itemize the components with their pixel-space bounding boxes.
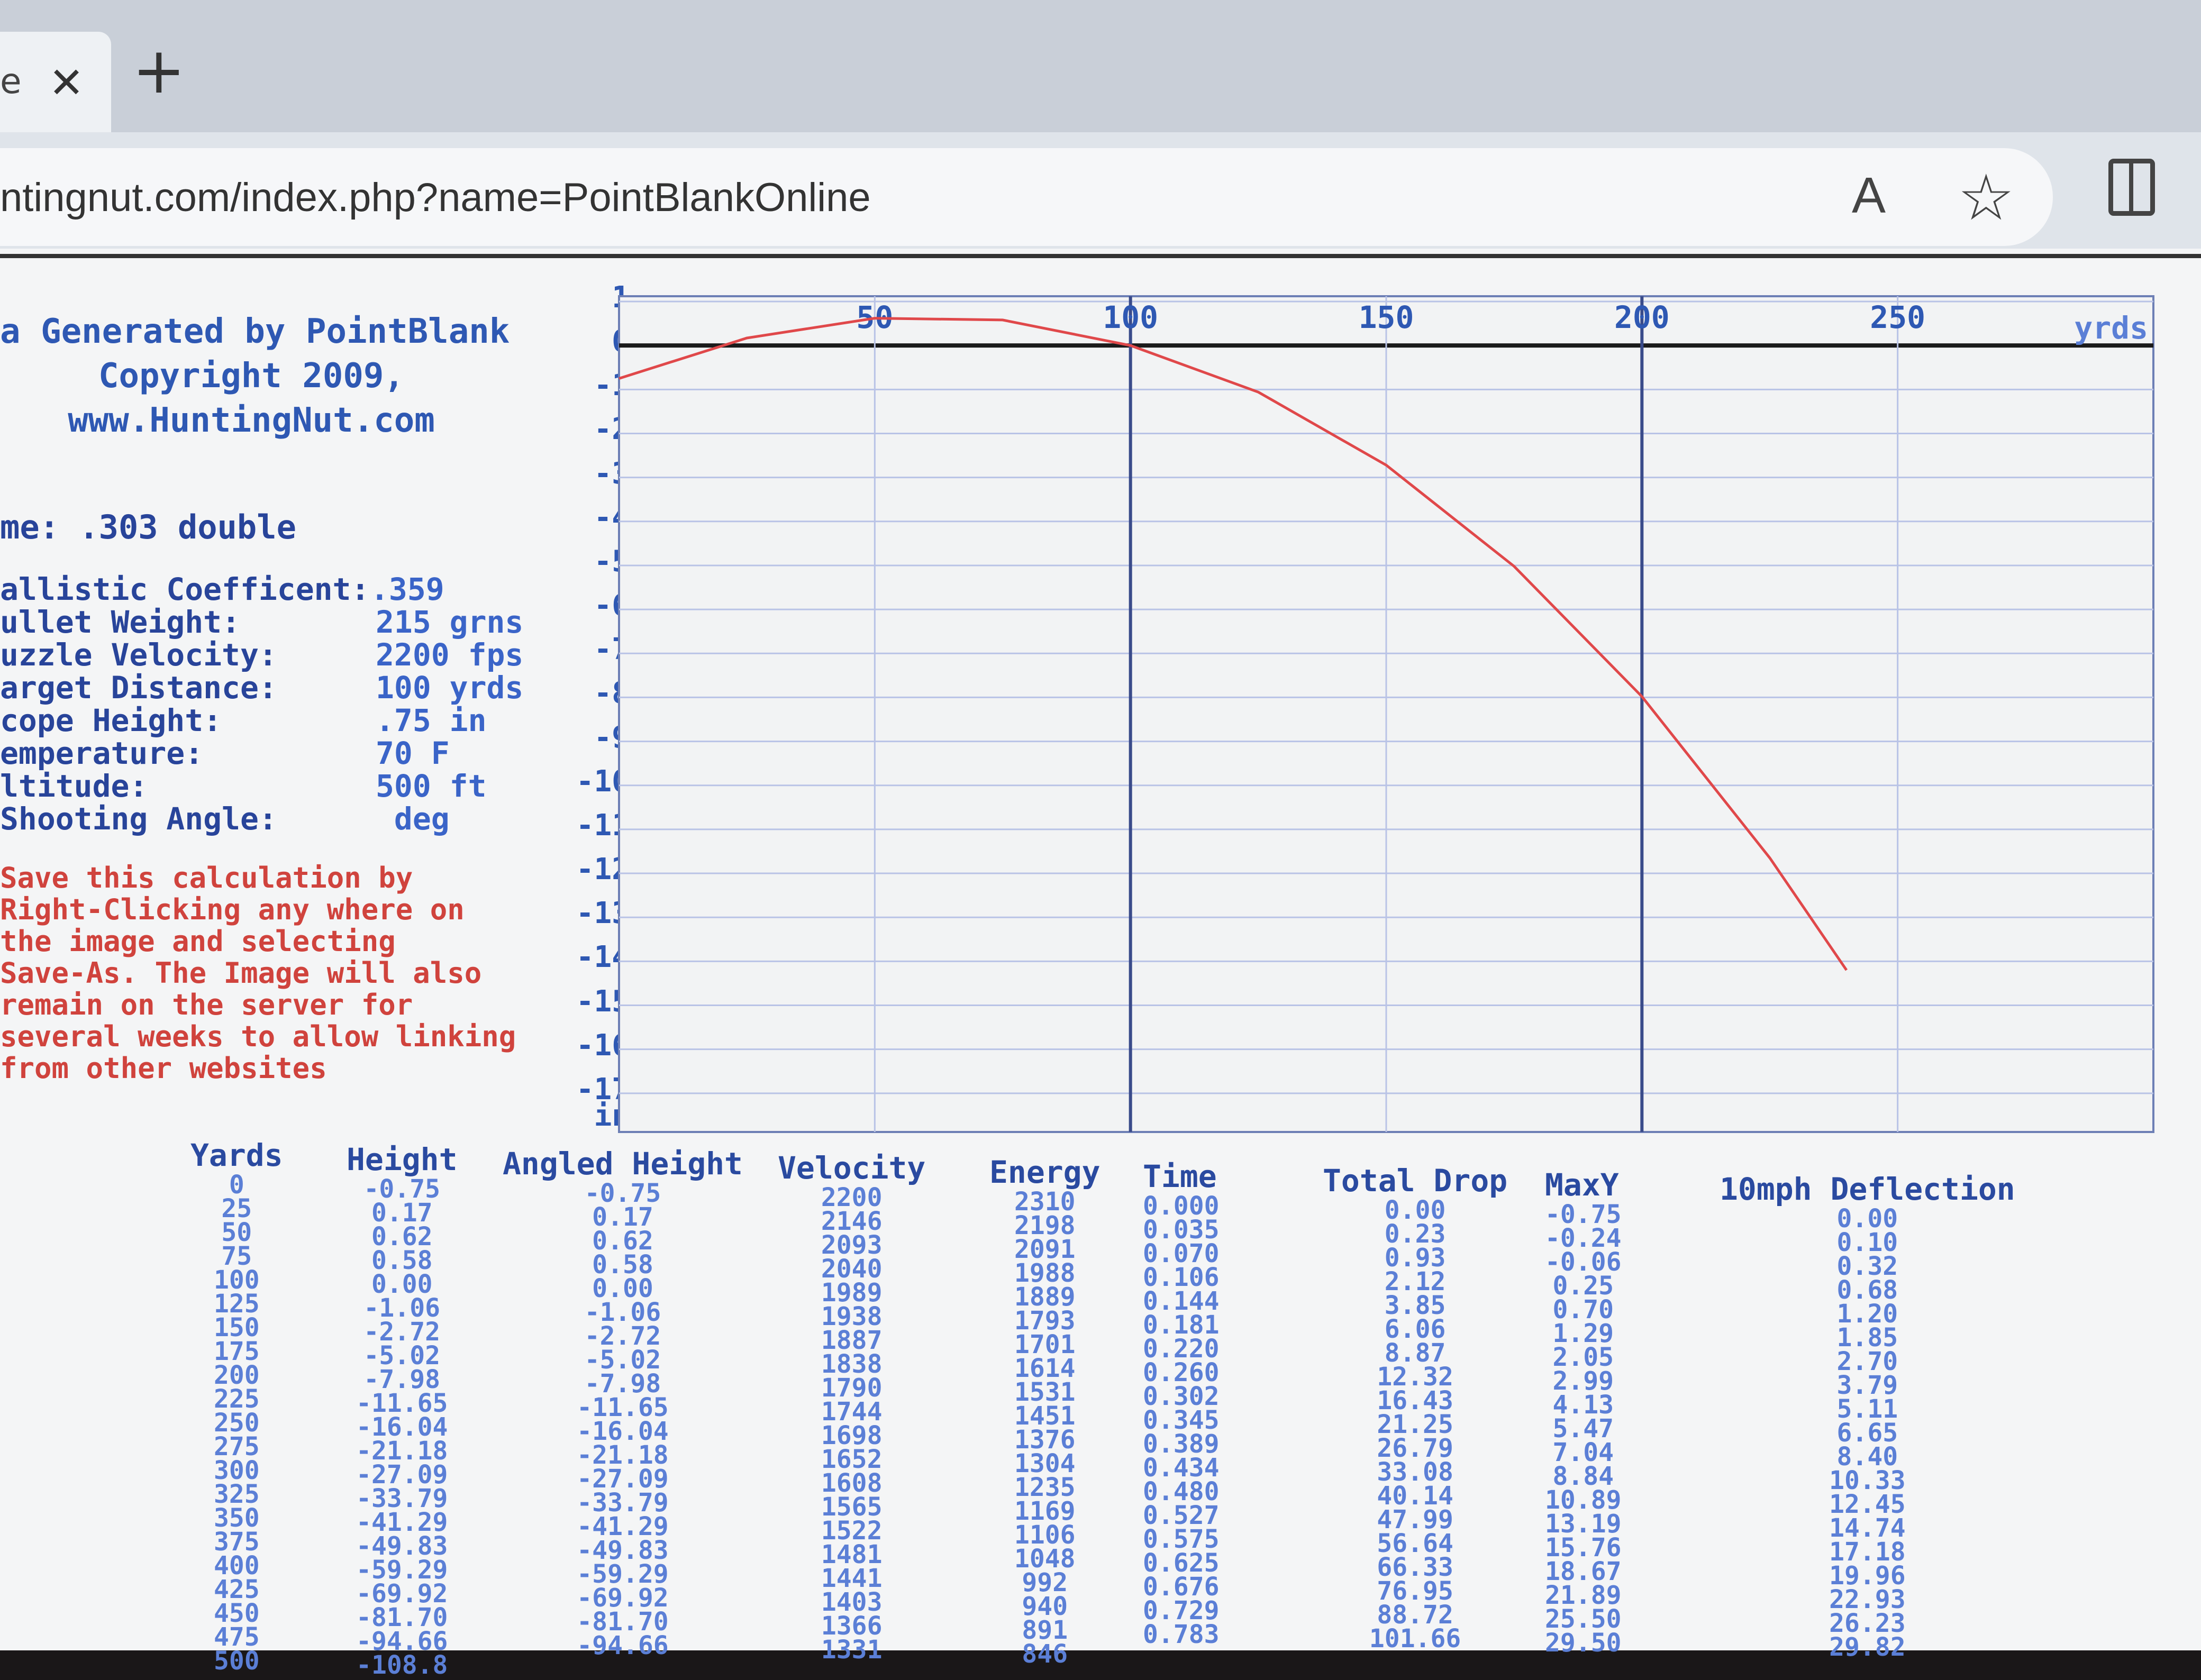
save-note-line: remain on the server for (0, 989, 550, 1021)
credits-line: Copyright 2009, (0, 354, 503, 398)
split-screen-icon[interactable] (2108, 159, 2155, 216)
column-cells: 2200 2146 2093 2040 1989 1938 1887 1838 1790 1744… (778, 1186, 925, 1662)
column-header: Time (1143, 1158, 1220, 1194)
table-column: Energy 2310 2198 2091 1988 1889 1793 1701 1614 15… (989, 1154, 1100, 1666)
column-header: Angled Height (503, 1146, 743, 1182)
credits-line: a Generated by PointBlank (0, 309, 503, 354)
trajectory-chart: 50 100 150 200 250 yrds (614, 286, 2201, 1174)
table-column: Height -0.75 0.17 0.62 0.58 0.00 -1.06 -2.72 -5.… (347, 1142, 458, 1677)
save-note-line: Save-As. The Image will also (0, 957, 550, 989)
param-label: ltitude: (0, 768, 148, 804)
column-header: Yards (190, 1137, 283, 1173)
tab-title: e (0, 61, 22, 102)
save-note-line: from other websites (0, 1053, 550, 1084)
address-bar[interactable]: ntingnut.com/index.php?name=PointBlankOn… (0, 148, 2053, 246)
table-cell: 29.50 (1545, 1631, 1622, 1655)
save-instructions: Save this calculation by Right-Clicking a… (0, 862, 550, 1084)
new-tab-button[interactable]: + (132, 40, 186, 103)
x-tick-label: 150 (1359, 299, 1414, 335)
load-name-label: me: (0, 508, 59, 546)
table-column: Yards 0 25 50 75 100 125 150 175 200 225 250 275 300 3… (190, 1137, 283, 1673)
param-value: .359 (370, 571, 444, 607)
divider (0, 254, 2201, 258)
param-value: 70 F (376, 735, 450, 771)
param-label: Shooting Angle: (0, 801, 277, 837)
table-cell: 0.783 (1143, 1623, 1220, 1647)
star-icon[interactable]: ☆ (1958, 161, 2015, 235)
table-column: Total Drop 0.00 0.23 0.93 2.12 3.85 6.06 8.87 12… (1323, 1163, 1507, 1651)
x-tick-label: 100 (1103, 299, 1158, 335)
browser-tab[interactable]: e ✕ (0, 32, 111, 132)
table-column: MaxY -0.75 -0.24 -0.06 0.25 0.70 1.29 2.05 2.99 4… (1545, 1167, 1622, 1655)
param-label: emperature: (0, 735, 203, 771)
param-value: 215 grns (376, 604, 523, 640)
page-content: a Generated by PointBlank Copyright 2009… (0, 249, 2201, 1650)
table-column: Velocity 2200 2146 2093 2040 1989 1938 1887 1838… (778, 1150, 925, 1662)
param-label: cope Height: (0, 702, 222, 738)
column-header: MaxY (1545, 1167, 1622, 1203)
load-name-value: .303 double (79, 508, 296, 546)
save-note-line: Save this calculation by (0, 862, 550, 894)
browser-chrome: e ✕ + ntingnut.com/index.php?name=PointB… (0, 0, 2201, 259)
table-cell: -108.8 (347, 1654, 458, 1677)
column-cells: -0.75 -0.24 -0.06 0.25 0.70 1.29 2.05 2.99 4.13 5… (1545, 1203, 1622, 1655)
column-cells: 2310 2198 2091 1988 1889 1793 1701 1614 1531 1451… (989, 1190, 1100, 1666)
column-header: Height (347, 1142, 458, 1177)
credits-line: www.HuntingNut.com (0, 398, 503, 443)
param-value: deg (376, 801, 450, 837)
url-text[interactable]: ntingnut.com/index.php?name=PointBlankOn… (0, 175, 871, 221)
load-name: me: .303 double (0, 508, 296, 546)
param-value: 2200 fps (376, 637, 523, 673)
param-value: .75 in (376, 702, 487, 738)
column-header: Energy (989, 1154, 1100, 1190)
table-column: Time 0.000 0.035 0.070 0.106 0.144 0.181 0.220 0… (1143, 1158, 1220, 1647)
column-cells: 0.00 0.23 0.93 2.12 3.85 6.06 8.87 12.32 16.43 21… (1323, 1199, 1507, 1651)
param-value: 100 yrds (376, 670, 523, 706)
column-cells: 0.000 0.035 0.070 0.106 0.144 0.181 0.220 0.260… (1143, 1194, 1220, 1647)
credits: a Generated by PointBlank Copyright 2009… (0, 309, 503, 443)
save-note-line: Right-Clicking any where on (0, 894, 550, 926)
column-cells: -0.75 0.17 0.62 0.58 0.00 -1.06 -2.72 -5.02 -7.9… (347, 1177, 458, 1677)
column-header: 10mph Deflection (1720, 1171, 2015, 1207)
table-cell: 500 (190, 1649, 283, 1673)
save-note-line: several weeks to allow linking (0, 1021, 550, 1053)
tab-strip: e ✕ + (0, 0, 2201, 132)
param-label: ullet Weight: (0, 604, 240, 640)
x-axis-label: yrds (2074, 310, 2148, 346)
save-note-line: the image and selecting (0, 926, 550, 957)
table-cell: 846 (989, 1642, 1100, 1666)
x-tick-label: 200 (1614, 299, 1670, 335)
table-column: 10mph Deflection 0.00 0.10 0.32 0.68 1.20 1.85… (1720, 1171, 2015, 1659)
ballistics-table: Yards 0 25 50 75 100 125 150 175 200 225 250 275 300 3… (159, 1137, 2116, 1650)
read-aloud-icon[interactable]: A⹾ (1852, 167, 1886, 225)
param-label: arget Distance: (0, 670, 277, 706)
param-label: uzzle Velocity: (0, 637, 277, 673)
column-header: Total Drop (1323, 1163, 1507, 1199)
column-cells: 0.00 0.10 0.32 0.68 1.20 1.85 2.70 3.79 5.11 6.65… (1720, 1207, 2015, 1659)
table-cell: -94.66 (503, 1634, 743, 1658)
table-cell: 29.82 (1720, 1636, 2015, 1659)
table-cell: 101.66 (1323, 1627, 1507, 1651)
param-value: 500 ft (376, 768, 487, 804)
close-icon[interactable]: ✕ (49, 58, 84, 107)
x-tick-label: 250 (1870, 299, 1925, 335)
column-cells: 0 25 50 75 100 125 150 175 200 225 250 275 300 325 350… (190, 1173, 283, 1673)
table-column: Angled Height -0.75 0.17 0.62 0.58 0.00 -1.06-… (503, 1146, 743, 1658)
param-label: allistic Coefficent: (0, 571, 369, 607)
column-cells: -0.75 0.17 0.62 0.58 0.00 -1.06 -2.72 -5.02 -7.9… (503, 1182, 743, 1658)
column-header: Velocity (778, 1150, 925, 1186)
